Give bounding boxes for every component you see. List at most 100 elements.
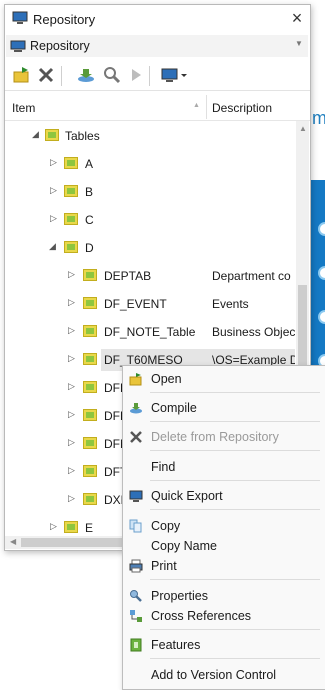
- scroll-left-icon[interactable]: ◀: [10, 537, 16, 546]
- close-button[interactable]: ×: [287, 8, 307, 29]
- table-icon: [83, 409, 97, 421]
- tree-item-label: DF_NOTE_Table: [104, 325, 196, 339]
- expand-icon[interactable]: ▷: [68, 409, 75, 420]
- menu-item-open[interactable]: Open: [123, 369, 325, 389]
- expand-icon[interactable]: ▷: [68, 325, 75, 336]
- repository-selector[interactable]: Repository ▼: [6, 35, 308, 57]
- properties-icon: [130, 590, 142, 602]
- context-menu: Open Compile Delete from Repository Find…: [122, 365, 325, 690]
- expand-icon[interactable]: ▷: [68, 381, 75, 392]
- table-icon: [83, 269, 97, 281]
- menu-separator: [150, 392, 320, 393]
- expand-icon[interactable]: ▷: [68, 493, 75, 504]
- scroll-up-icon[interactable]: ▲: [299, 124, 307, 133]
- tree-row[interactable]: ▷ DF_EVENT Events: [5, 293, 295, 315]
- printer-icon: [129, 559, 143, 573]
- tree-item-label: E: [85, 521, 94, 535]
- menu-item-properties[interactable]: Properties: [123, 586, 325, 606]
- tree-item-label: D: [85, 241, 94, 255]
- menu-item-copy[interactable]: Copy: [123, 516, 325, 536]
- search-icon[interactable]: [103, 66, 121, 84]
- title-bar: Repository ×: [5, 5, 310, 33]
- column-header-description[interactable]: Description: [212, 101, 272, 115]
- menu-item-label: Open: [151, 372, 182, 386]
- background-radio: [318, 266, 325, 280]
- tree-row[interactable]: ▷ DF_NOTE_Table Business Object: [5, 321, 295, 343]
- menu-item-label: Print: [151, 559, 177, 573]
- collapse-icon[interactable]: ◢: [32, 129, 39, 140]
- table-icon: [83, 353, 97, 365]
- expand-icon[interactable]: ▷: [68, 269, 75, 280]
- tree-item-description: Department co: [212, 269, 291, 283]
- repository-icon: [10, 40, 26, 52]
- menu-item-add-version-control[interactable]: Add to Version Control: [123, 665, 325, 685]
- menu-item-label: Compile: [151, 401, 197, 415]
- expand-icon[interactable]: ▷: [50, 157, 57, 168]
- tree-item-label: C: [85, 213, 94, 227]
- menu-item-quick-export[interactable]: Quick Export: [123, 486, 325, 506]
- tree-row[interactable]: ▷ A: [5, 153, 295, 175]
- expand-icon[interactable]: ▷: [68, 465, 75, 476]
- menu-separator: [150, 450, 320, 451]
- monitor-icon: [12, 11, 28, 24]
- tree-row[interactable]: ▷ C: [5, 209, 295, 231]
- menu-item-compile[interactable]: Compile: [123, 398, 325, 418]
- folder-icon: [64, 157, 78, 169]
- menu-item-delete[interactable]: Delete from Repository: [123, 427, 325, 447]
- tree-row[interactable]: ◢ D: [5, 237, 295, 259]
- tree-row[interactable]: ◢ Tables: [5, 125, 295, 147]
- toolbar-separator: [61, 66, 62, 86]
- background-radio: [318, 310, 325, 324]
- expand-icon[interactable]: ▷: [50, 213, 57, 224]
- repository-selector-label: Repository: [30, 39, 90, 53]
- folder-icon: [64, 241, 78, 253]
- tree-item-label: DF_EVENT: [104, 297, 167, 311]
- tree-item-description: Events: [212, 297, 249, 311]
- menu-item-cross-references[interactable]: Cross References: [123, 606, 325, 626]
- copy-icon: [129, 519, 142, 533]
- menu-separator: [150, 421, 320, 422]
- expand-icon[interactable]: ▷: [50, 185, 57, 196]
- column-header: Item ▲ Description: [5, 92, 310, 121]
- menu-item-label: Find: [151, 460, 176, 474]
- expand-icon[interactable]: ▷: [68, 353, 75, 364]
- menu-separator: [150, 480, 320, 481]
- monitor-dropdown-icon[interactable]: [161, 66, 189, 84]
- monitor-icon: [129, 490, 143, 502]
- tree-item-description: Business Object: [212, 325, 295, 339]
- sort-indicator-icon: ▲: [193, 102, 200, 109]
- menu-separator: [150, 509, 320, 510]
- menu-item-copy-name[interactable]: Copy Name: [123, 536, 325, 556]
- menu-item-label: Quick Export: [151, 489, 223, 503]
- menu-item-label: Features: [151, 638, 201, 652]
- compile-icon[interactable]: [77, 66, 95, 84]
- table-icon: [83, 325, 97, 337]
- folder-open-icon: [129, 373, 142, 386]
- tree-row[interactable]: ▷ DEPTAB Department co: [5, 265, 295, 287]
- toolbar: [5, 60, 310, 91]
- delete-icon[interactable]: [37, 66, 55, 84]
- run-icon[interactable]: [127, 66, 145, 84]
- expand-icon[interactable]: ▷: [68, 437, 75, 448]
- expand-icon[interactable]: ▷: [68, 297, 75, 308]
- toolbar-separator: [149, 66, 150, 86]
- menu-item-features[interactable]: Features: [123, 635, 325, 655]
- table-icon: [83, 297, 97, 309]
- chevron-down-icon: ▼: [295, 39, 303, 48]
- menu-item-label: Copy: [151, 519, 181, 533]
- column-divider[interactable]: [206, 95, 207, 119]
- expand-icon[interactable]: ▷: [50, 521, 57, 532]
- menu-item-print[interactable]: Print: [123, 556, 325, 576]
- column-header-item[interactable]: Item: [12, 101, 35, 115]
- compile-icon: [130, 403, 142, 414]
- tree-row[interactable]: ▷ B: [5, 181, 295, 203]
- menu-item-label: Copy Name: [151, 539, 217, 553]
- menu-item-find[interactable]: Find: [123, 457, 325, 477]
- table-icon: [83, 465, 97, 477]
- folder-open-icon[interactable]: [13, 66, 31, 84]
- menu-item-label: Delete from Repository: [151, 430, 279, 444]
- menu-item-label: Add to Version Control: [151, 668, 277, 682]
- collapse-icon[interactable]: ◢: [49, 241, 56, 252]
- delete-icon: [130, 431, 142, 443]
- tree-item-label: B: [85, 185, 94, 199]
